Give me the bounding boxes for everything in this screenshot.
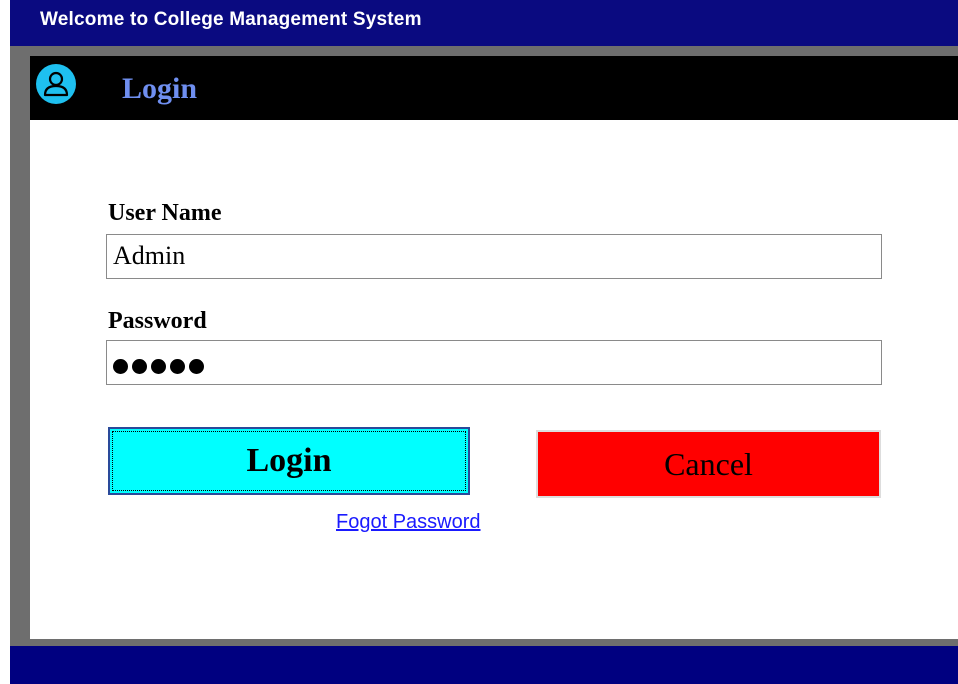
cancel-button-label: Cancel: [664, 445, 753, 482]
password-mask-dot: [189, 358, 204, 374]
cancel-button[interactable]: Cancel: [536, 430, 881, 498]
login-title: Login: [122, 72, 198, 105]
password-mask-dot: [132, 358, 147, 374]
password-mask-dot: [151, 358, 166, 374]
password-field[interactable]: [106, 340, 882, 385]
login-button[interactable]: Login: [108, 427, 470, 495]
password-label: Password: [108, 308, 207, 334]
username-value: Admin: [113, 241, 186, 270]
window-edge: [0, 0, 10, 684]
status-bar: [10, 646, 958, 684]
window-title: Welcome to College Management System: [40, 9, 422, 30]
title-bar: Welcome to College Management System: [10, 0, 958, 46]
password-mask-dot: [170, 358, 185, 374]
username-field[interactable]: Admin: [106, 234, 882, 279]
login-header: Login: [30, 56, 958, 120]
forgot-password-link[interactable]: Fogot Password: [336, 511, 481, 534]
username-label: User Name: [108, 200, 222, 226]
password-mask-dot: [113, 358, 128, 374]
user-icon: [36, 64, 76, 104]
login-button-label: Login: [246, 442, 332, 479]
app-window: Welcome to College Management System Log…: [0, 0, 958, 684]
